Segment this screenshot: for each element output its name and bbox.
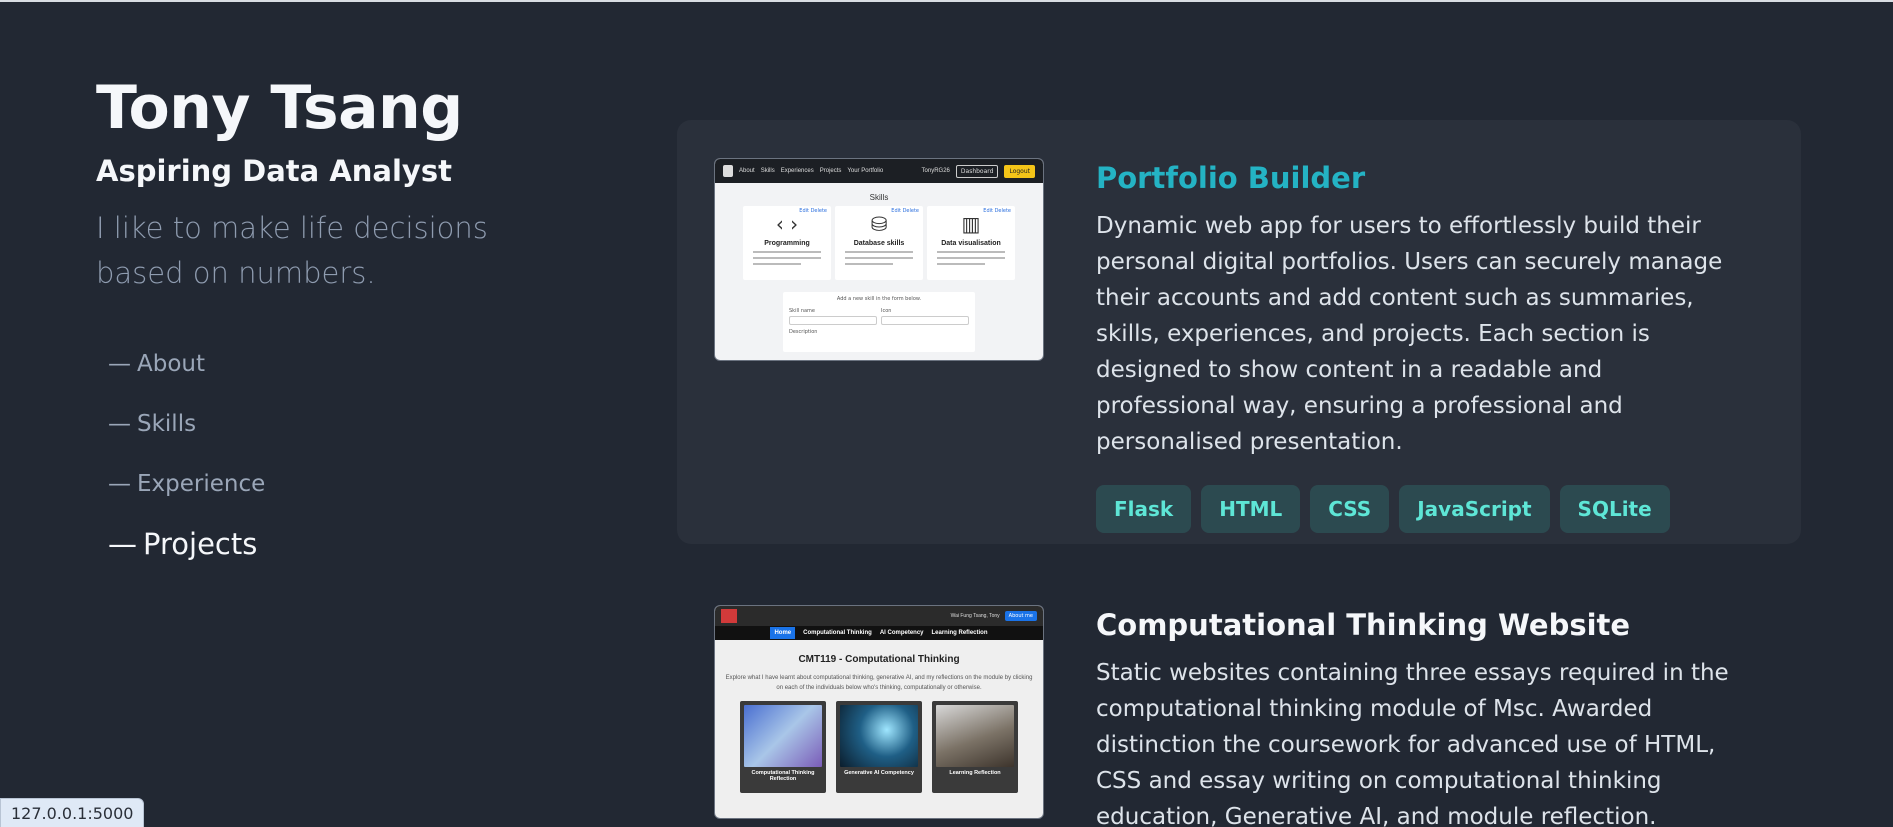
- project-description: Static websites containing three essays …: [1096, 660, 1729, 827]
- project-content: Portfolio Builder Dynamic web app for us…: [1096, 156, 1741, 533]
- thinker-statue-image: [936, 705, 1014, 767]
- thumb-nav-link: Experiences: [780, 168, 814, 174]
- status-bar-url: 127.0.0.1:5000: [0, 798, 145, 827]
- thumb-form-label: Description: [789, 329, 818, 335]
- thumb-edit-links: Edit Delete: [983, 208, 1011, 214]
- brain-illustration: [744, 705, 822, 767]
- nav-item-experience[interactable]: — Experience: [108, 454, 516, 514]
- project-title[interactable]: Computational Thinking Website: [1096, 603, 1741, 647]
- thumb-nav-link: Projects: [819, 168, 842, 174]
- profile-tagline: I like to make life decisions based on n…: [96, 211, 488, 290]
- thumb-essay-card: Learning Reflection: [932, 701, 1018, 793]
- thumb-form-label: Skill name: [789, 308, 816, 314]
- thumb-essay-card: Generative AI Competency: [836, 701, 922, 793]
- project-card-computational-thinking[interactable]: Wai Fung Tsang, Tony About me Home Compu…: [677, 567, 1801, 827]
- thumb-nav-link: About: [739, 168, 755, 174]
- thumb-edit-links: Edit Delete: [891, 208, 919, 214]
- thumb-heading: CMT119 - Computational Thinking: [798, 654, 960, 665]
- thumb-card-caption: Generative AI Competency: [844, 770, 914, 776]
- database-icon: ⛁: [870, 212, 888, 236]
- nav-dash: —: [108, 351, 131, 377]
- nav-item-label: Experience: [137, 471, 266, 497]
- nav-item-projects[interactable]: — Projects: [108, 514, 516, 574]
- project-thumbnail: Wai Fung Tsang, Tony About me Home Compu…: [714, 605, 1044, 819]
- nav-item-label: About: [137, 351, 206, 377]
- thumb-logo: [723, 165, 733, 177]
- section-nav: — About — Skills — Experience — Projects: [108, 334, 516, 574]
- project-content: Computational Thinking Website Static we…: [1096, 603, 1741, 827]
- tag-css: CSS: [1310, 485, 1390, 533]
- tech-tags: Flask HTML CSS JavaScript SQLite: [1096, 485, 1741, 533]
- chart-icon: ▥: [961, 212, 981, 236]
- profile-name: Tony Tsang: [96, 73, 463, 143]
- thumb-card-title: Database skills: [853, 240, 905, 247]
- code-icon: ‹ ›: [775, 212, 799, 236]
- ai-robot-illustration: [840, 705, 918, 767]
- thumb-skill-card: Edit Delete ⛁ Database skills: [835, 206, 923, 280]
- profile-role: Aspiring Data Analyst: [96, 154, 452, 188]
- thumb-nav-link: Your Portfolio: [847, 168, 884, 174]
- project-card-portfolio-builder[interactable]: About Skills Experiences Projects Your P…: [677, 120, 1801, 544]
- thumb-logout-button: Logout: [1004, 164, 1035, 178]
- nav-dash: —: [108, 471, 131, 497]
- thumb-tab: Learning Reflection: [931, 630, 988, 636]
- project-title[interactable]: Portfolio Builder: [1096, 156, 1741, 200]
- tag-html: HTML: [1201, 485, 1301, 533]
- nav-dash: —: [108, 527, 137, 561]
- thumb-tab: Computational Thinking: [803, 630, 872, 636]
- thumb-user: TonyRG26: [921, 168, 950, 174]
- thumb-tabs: Home Computational Thinking AI Competenc…: [715, 626, 1043, 640]
- nav-item-label: Projects: [143, 527, 258, 561]
- tag-javascript: JavaScript: [1399, 485, 1550, 533]
- thumb-intro: Explore what I have learnt about computa…: [725, 675, 1033, 691]
- thumb-skill-cards: Edit Delete ‹ › Programming Edit Delete …: [715, 206, 1043, 280]
- project-description: Dynamic web app for users to effortlessl…: [1096, 213, 1723, 455]
- thumb-form-label: Icon: [881, 308, 892, 314]
- thumb-card-caption: Computational Thinking Reflection: [751, 770, 815, 782]
- thumb-navbar: About Skills Experiences Projects Your P…: [715, 159, 1043, 183]
- tag-flask: Flask: [1096, 485, 1192, 533]
- project-thumbnail: About Skills Experiences Projects Your P…: [714, 158, 1044, 361]
- thumb-skill-card: Edit Delete ▥ Data visualisation: [927, 206, 1015, 280]
- nav-item-skills[interactable]: — Skills: [108, 394, 516, 454]
- thumb-tab: Home: [770, 627, 796, 639]
- thumb-form-title: Add a new skill in the form below.: [836, 296, 922, 302]
- thumb-card-title: Data visualisation: [941, 240, 1001, 247]
- nav-item-about[interactable]: — About: [108, 334, 516, 394]
- nav-item-label: Skills: [137, 411, 197, 437]
- university-logo: [721, 609, 737, 623]
- tag-sqlite: SQLite: [1559, 485, 1670, 533]
- thumb-heading: Skills: [869, 193, 889, 202]
- thumb-topbar: Wai Fung Tsang, Tony About me: [715, 606, 1043, 626]
- thumb-card-caption: Learning Reflection: [949, 770, 1001, 776]
- thumb-card-title: Programming: [764, 240, 810, 247]
- thumb-essay-cards: Computational Thinking Reflection Genera…: [715, 701, 1043, 793]
- thumb-nav-link: Skills: [760, 168, 775, 174]
- thumb-about-button: About me: [1004, 611, 1037, 621]
- thumb-user: Wai Fung Tsang, Tony: [950, 613, 1000, 619]
- thumb-dashboard-button: Dashboard: [955, 164, 999, 178]
- thumb-skill-card: Edit Delete ‹ › Programming: [743, 206, 831, 280]
- thumb-add-skill-form: Add a new skill in the form below. Skill…: [783, 292, 975, 352]
- nav-dash: —: [108, 411, 131, 437]
- thumb-edit-links: Edit Delete: [799, 208, 827, 214]
- thumb-tab: AI Competency: [879, 630, 924, 636]
- thumb-essay-card: Computational Thinking Reflection: [740, 701, 826, 793]
- profile-column: Tony Tsang Aspiring Data Analyst I like …: [96, 72, 516, 574]
